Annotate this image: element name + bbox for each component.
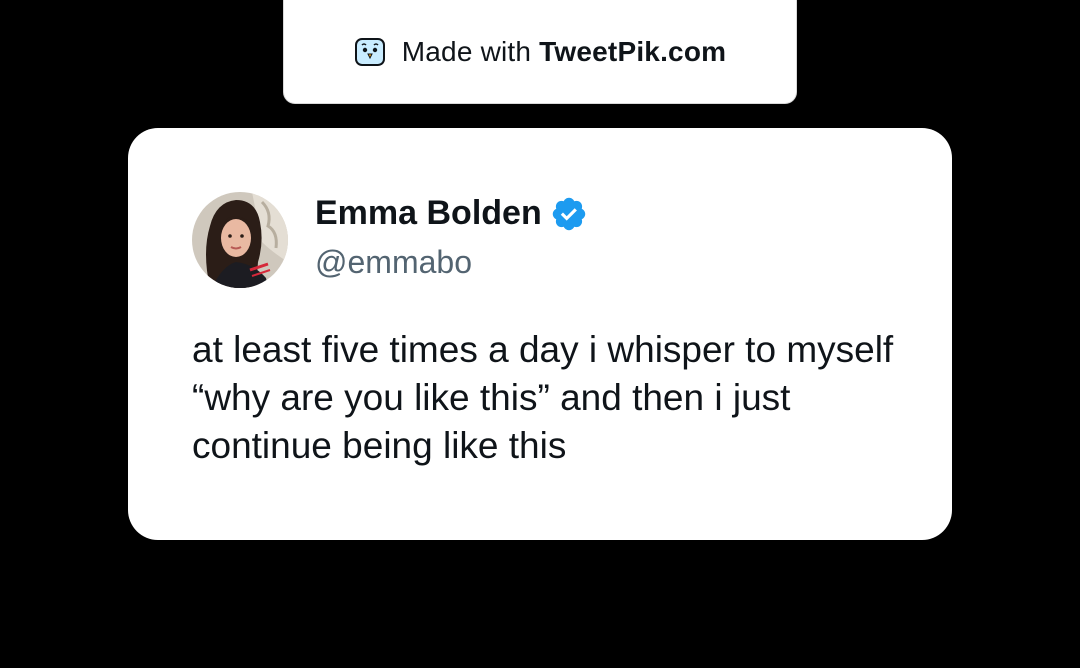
tweetpik-bird-icon: [354, 38, 385, 66]
watermark-content: Made with TweetPik.com: [354, 36, 726, 68]
verified-badge-icon: [552, 197, 585, 230]
tweet-text: at least five times a day i whisper to m…: [192, 329, 894, 466]
author-name-row: Emma Bolden: [315, 194, 588, 233]
watermark-brand: TweetPik.com: [539, 36, 727, 67]
watermark-label: Made with TweetPik.com: [402, 36, 726, 68]
tweetpik-watermark: Made with TweetPik.com: [283, 0, 797, 104]
tweet-card: Emma Bolden @emmabo at least five times …: [128, 128, 952, 540]
avatar[interactable]: [192, 192, 288, 288]
author-handle[interactable]: @emmabo: [315, 244, 472, 281]
watermark-prefix: Made with: [401, 36, 532, 67]
author-name[interactable]: Emma Bolden: [315, 194, 542, 233]
profile-photo: [192, 192, 288, 288]
